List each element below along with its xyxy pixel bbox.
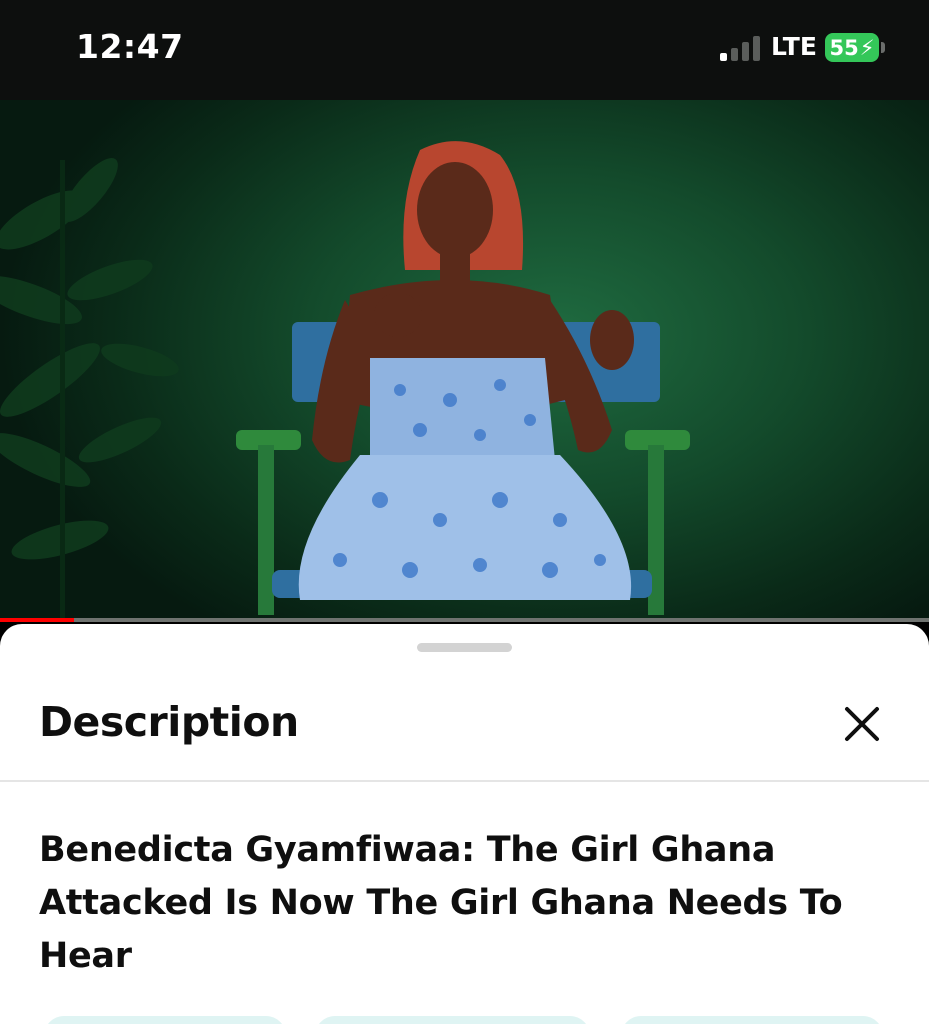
network-type: LTE	[771, 32, 817, 61]
battery-icon: 55 ⚡	[825, 33, 879, 62]
status-bar: 12:47 LTE 55 ⚡	[0, 0, 929, 100]
battery-level: 55	[829, 35, 859, 60]
plant-illustration	[0, 158, 179, 622]
video-frame-image	[0, 141, 690, 622]
sheet-divider	[0, 780, 929, 782]
info-chip[interactable]	[44, 1016, 286, 1024]
video-progress-fill	[0, 618, 75, 622]
video-player[interactable]	[0, 100, 929, 622]
battery-cap	[881, 42, 885, 53]
video-title: Benedicta Gyamfiwaa: The Girl Ghana Atta…	[39, 830, 843, 976]
info-chip[interactable]	[621, 1016, 883, 1024]
sheet-drag-handle[interactable]	[417, 643, 512, 652]
phone-screen: 12:47 LTE 55 ⚡ Description Benedicta Gya…	[0, 0, 929, 1024]
description-heading: Description	[39, 698, 299, 746]
cellular-signal-icon	[720, 35, 762, 61]
close-button[interactable]	[838, 700, 886, 748]
charging-bolt-icon: ⚡	[859, 35, 875, 60]
person-illustration	[298, 141, 634, 600]
description-sheet: Description Benedicta Gyamfiwaa: The Gir…	[0, 624, 929, 1024]
status-time: 12:47	[76, 27, 184, 66]
video-progress-bar[interactable]	[0, 618, 929, 622]
info-chip[interactable]	[315, 1016, 590, 1024]
close-icon	[845, 707, 879, 741]
